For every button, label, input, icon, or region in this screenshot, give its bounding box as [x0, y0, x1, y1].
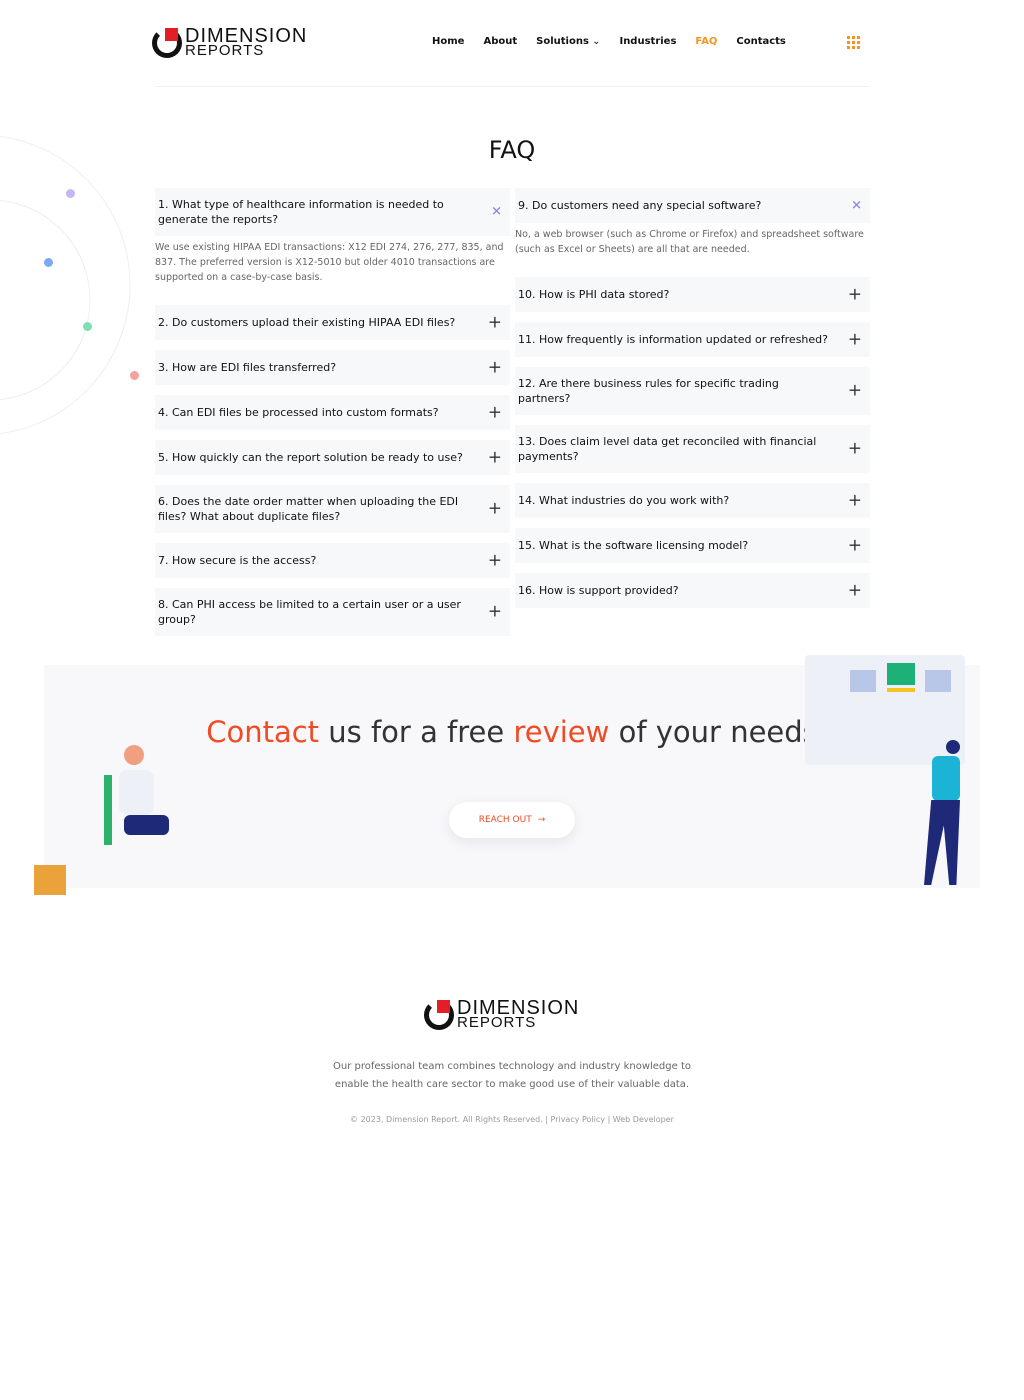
plus-icon[interactable]: +	[848, 492, 862, 509]
main-nav: Home About Solutions ⌄ Industries FAQ Contact…	[432, 36, 786, 47]
decorative-dot	[66, 189, 75, 198]
plus-icon[interactable]: +	[488, 552, 502, 569]
faq-item: 15. What is the software licensing model…	[515, 528, 870, 563]
faq-item: 8. Can PHI access be limited to a certai…	[155, 588, 510, 636]
faq-question[interactable]: 14. What industries do you work with? +	[515, 483, 870, 518]
faq-question[interactable]: 3. How are EDI files transferred? +	[155, 350, 510, 385]
faq-question[interactable]: 1. What type of healthcare information i…	[155, 188, 510, 236]
logo-subtext: REPORTS	[185, 42, 265, 60]
faq-item: 13. Does claim level data get reconciled…	[515, 425, 870, 473]
faq-column-right: 9. Do customers need any special softwar…	[515, 188, 870, 608]
faq-item: 16. How is support provided? +	[515, 573, 870, 608]
decorative-circles	[0, 135, 131, 435]
plus-icon[interactable]: +	[488, 500, 502, 517]
desk-illustration	[34, 740, 204, 895]
plus-icon[interactable]: +	[848, 286, 862, 303]
faq-item: 3. How are EDI files transferred? +	[155, 350, 510, 385]
faq-item: 12. Are there business rules for specifi…	[515, 367, 870, 415]
nav-home[interactable]: Home	[432, 36, 464, 47]
page-title: FAQ	[488, 136, 536, 164]
logo-mark-icon	[152, 28, 182, 58]
faq-item: 4. Can EDI files be processed into custo…	[155, 395, 510, 430]
footer-about: Our professional team combines technolog…	[332, 1061, 691, 1090]
plus-icon[interactable]: +	[848, 537, 862, 554]
faq-question[interactable]: 6. Does the date order matter when uploa…	[155, 485, 510, 533]
plus-icon[interactable]: +	[488, 449, 502, 466]
faq-answer: No, a web browser (such as Chrome or Fir…	[515, 229, 864, 255]
faq-answer: We use existing HIPAA EDI transactions: …	[155, 242, 504, 283]
faq-question[interactable]: 5. How quickly can the report solution b…	[155, 440, 510, 475]
faq-question[interactable]: 15. What is the software licensing model…	[515, 528, 870, 563]
faq-item: 10. How is PHI data stored? +	[515, 277, 870, 312]
faq-question[interactable]: 16. How is support provided? +	[515, 573, 870, 608]
header-logo[interactable]: DIMENSION REPORTS	[152, 26, 307, 60]
nav-about[interactable]: About	[483, 36, 517, 47]
apps-grid-icon[interactable]	[847, 36, 860, 49]
logo-mark-icon	[424, 1000, 454, 1030]
footer-logo[interactable]: DIMENSION REPORTS	[424, 998, 579, 1030]
plus-icon[interactable]: +	[848, 382, 862, 399]
faq-item: 2. Do customers upload their existing HI…	[155, 305, 510, 340]
faq-question[interactable]: 11. How frequently is information update…	[515, 322, 870, 357]
faq-column-left: 1. What type of healthcare information i…	[155, 188, 510, 636]
nav-contacts[interactable]: Contacts	[736, 36, 786, 47]
person-illustration	[914, 740, 964, 890]
faq-question[interactable]: 10. How is PHI data stored? +	[515, 277, 870, 312]
faq-item: 9. Do customers need any special softwar…	[515, 188, 870, 267]
decorative-circle	[0, 200, 91, 400]
decorative-dot	[44, 258, 53, 267]
faq-question[interactable]: 12. Are there business rules for specifi…	[515, 367, 870, 415]
faq-item: 11. How frequently is information update…	[515, 322, 870, 357]
faq-question[interactable]: 13. Does claim level data get reconciled…	[515, 425, 870, 473]
decorative-circle	[0, 135, 131, 435]
plus-icon[interactable]: +	[488, 314, 502, 331]
close-icon[interactable]: ✕	[491, 205, 502, 220]
nav-industries[interactable]: Industries	[619, 36, 676, 47]
divider	[155, 86, 870, 87]
faq-question[interactable]: 7. How secure is the access? +	[155, 543, 510, 578]
faq-question[interactable]: 9. Do customers need any special softwar…	[515, 188, 870, 223]
plus-icon[interactable]: +	[848, 440, 862, 457]
nav-solutions[interactable]: Solutions ⌄	[536, 36, 600, 47]
plus-icon[interactable]: +	[488, 404, 502, 421]
close-icon[interactable]: ✕	[851, 198, 862, 213]
plus-icon[interactable]: +	[848, 331, 862, 348]
nav-faq[interactable]: FAQ	[695, 36, 717, 47]
reach-out-button[interactable]: REACH OUT →	[449, 802, 575, 838]
footer-copyright: © 2023, Dimension Report. All Rights Res…	[350, 1115, 674, 1124]
faq-item: 5. How quickly can the report solution b…	[155, 440, 510, 475]
chevron-down-icon: ⌄	[588, 36, 601, 47]
plus-icon[interactable]: +	[488, 359, 502, 376]
faq-question[interactable]: 4. Can EDI files be processed into custo…	[155, 395, 510, 430]
faq-question[interactable]: 2. Do customers upload their existing HI…	[155, 305, 510, 340]
arrow-right-icon: →	[537, 815, 546, 825]
faq-item: 14. What industries do you work with? +	[515, 483, 870, 518]
plus-icon[interactable]: +	[848, 582, 862, 599]
faq-item: 6. Does the date order matter when uploa…	[155, 485, 510, 533]
cta-section: Contact us for a free review of your nee…	[34, 655, 980, 895]
faq-item: 7. How secure is the access? +	[155, 543, 510, 578]
decorative-dot	[83, 322, 92, 331]
faq-item: 1. What type of healthcare information i…	[155, 188, 510, 295]
plus-icon[interactable]: +	[488, 603, 502, 620]
faq-question[interactable]: 8. Can PHI access be limited to a certai…	[155, 588, 510, 636]
decorative-dot	[130, 371, 139, 380]
